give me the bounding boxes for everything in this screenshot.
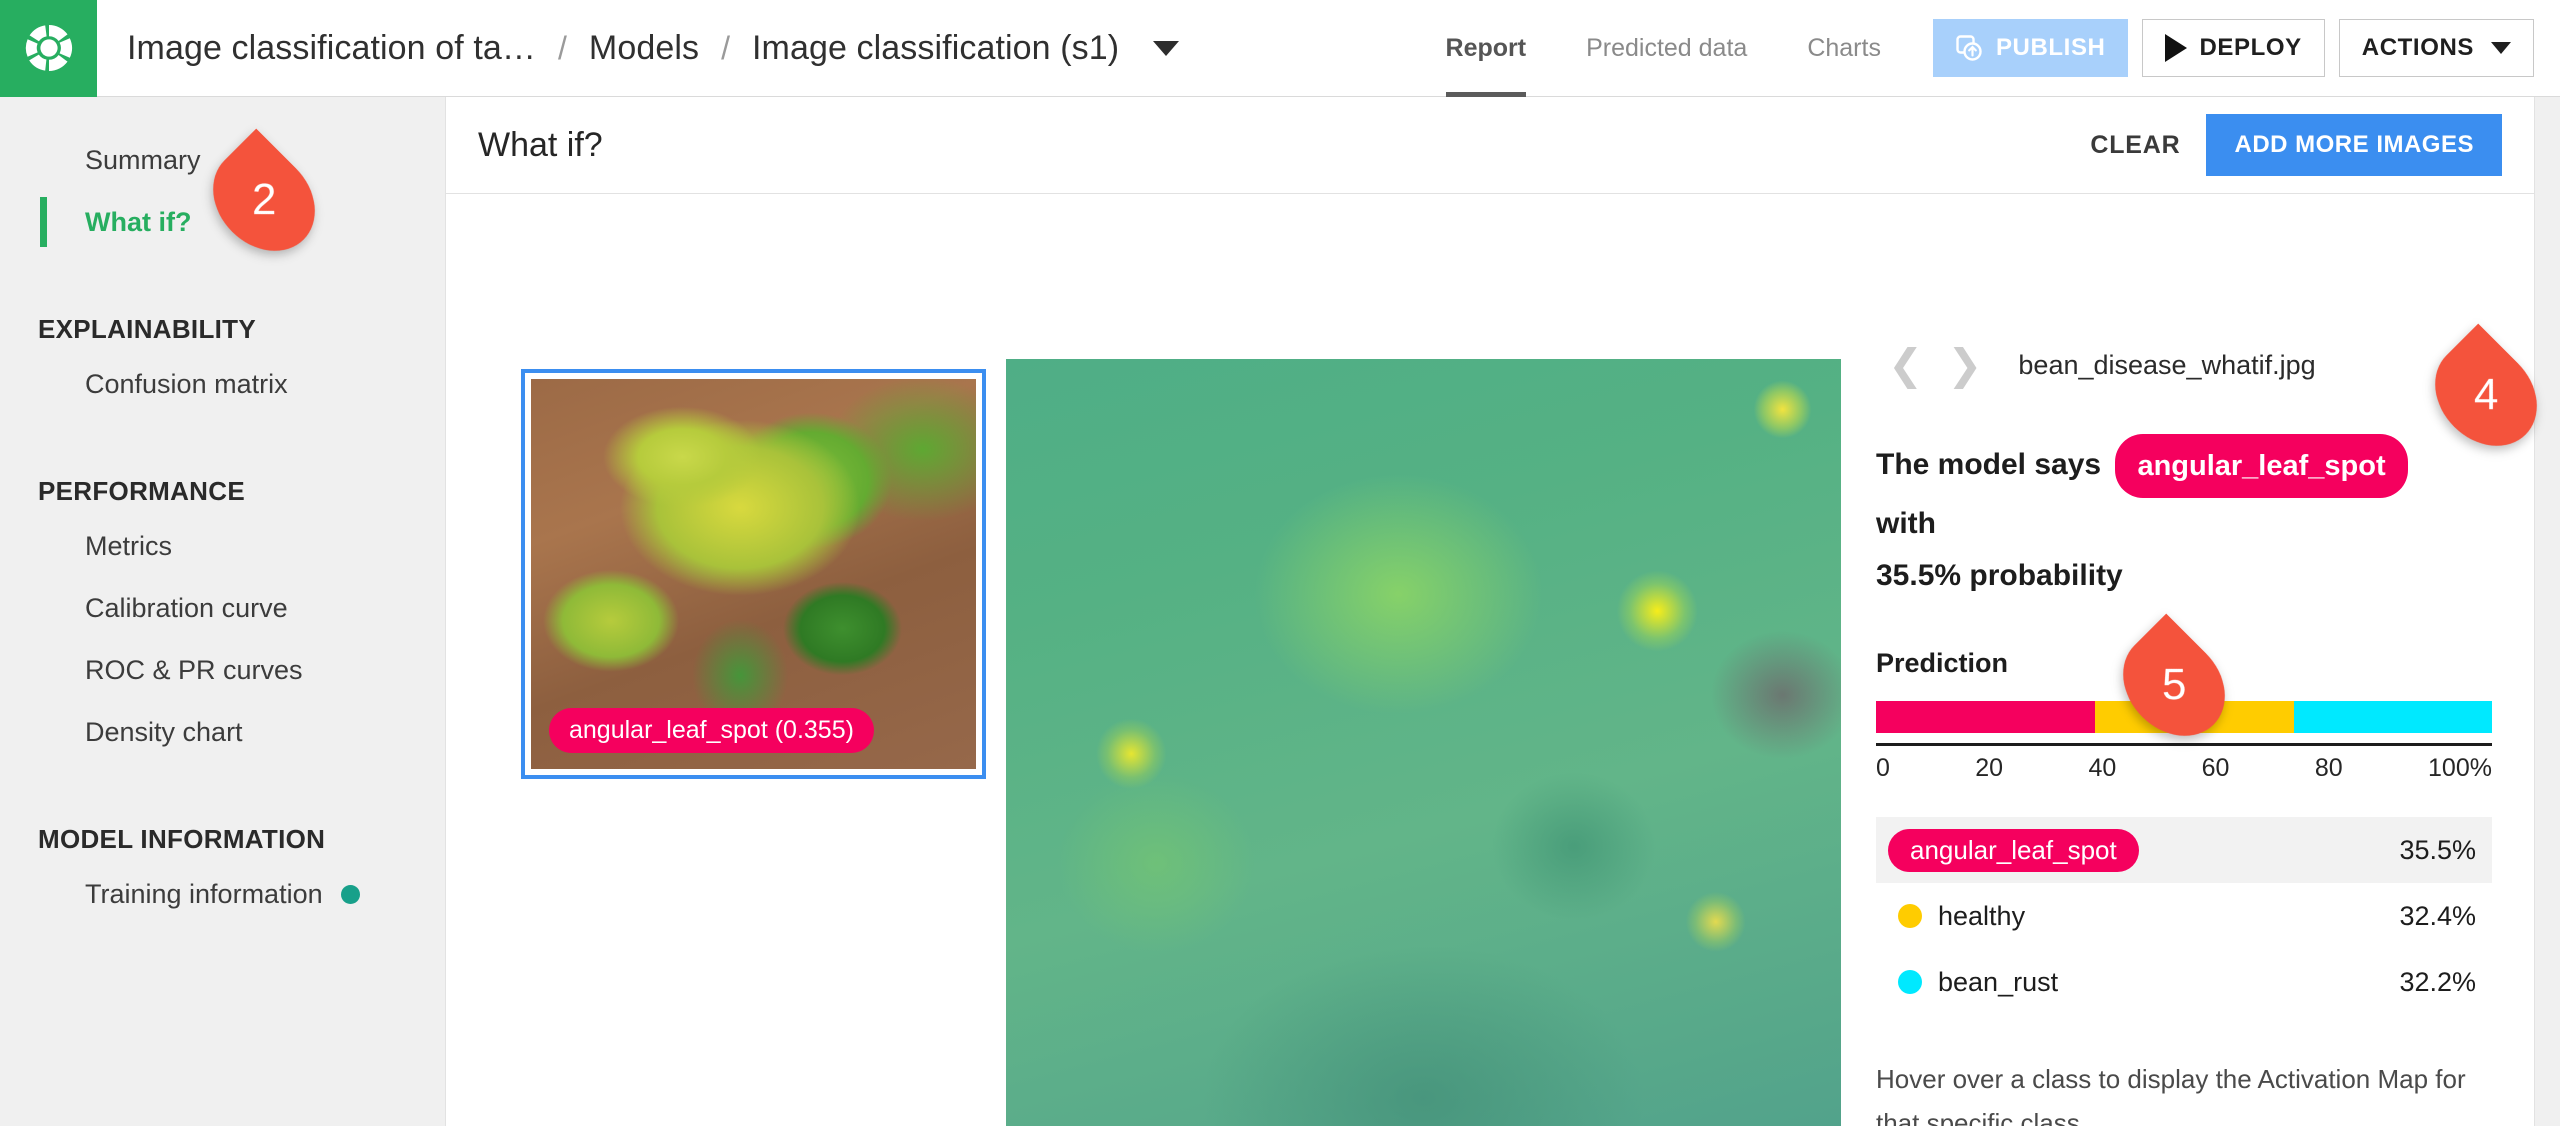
prediction-segment-bean-rust	[2294, 701, 2492, 733]
verdict-middle: with	[1876, 507, 1936, 540]
page-title: What if?	[478, 125, 603, 164]
sidebar-item-label: Training information	[85, 878, 323, 909]
breadcrumb-separator: /	[721, 29, 730, 66]
breadcrumb-item-project[interactable]: Image classification of ta…	[127, 29, 536, 68]
card-header: What if? CLEAR ADD MORE IMAGES	[446, 97, 2534, 194]
chevron-down-icon[interactable]	[1153, 40, 1180, 56]
card-body: angular_leaf_spot (0.355) ❮ ❯ bean_disea…	[446, 194, 2534, 1126]
verdict-prefix: The model says	[1876, 447, 2102, 481]
chevron-left-icon[interactable]: ❮	[1876, 344, 1935, 386]
add-more-images-button[interactable]: ADD MORE IMAGES	[2206, 114, 2502, 176]
sidebar-heading-performance: PERFORMANCE	[38, 476, 245, 506]
app-logo[interactable]	[0, 0, 97, 97]
axis-tick: 40	[2088, 754, 2117, 782]
class-row-left: healthy	[1876, 901, 2399, 932]
class-name-label: bean_rust	[1938, 966, 2059, 997]
class-probability: 32.2%	[2399, 966, 2476, 997]
axis-tick: 80	[2314, 754, 2343, 782]
status-dot-icon	[340, 884, 360, 904]
class-probability: 32.4%	[2399, 900, 2476, 931]
sidebar-item-label: Metrics	[85, 530, 172, 561]
top-actions: PUBLISH DEPLOY ACTIONS	[1932, 19, 2560, 77]
callout-pin-number: 4	[2473, 369, 2499, 419]
top-nav-tabs: Report Predicted data Charts	[1416, 0, 1911, 97]
axis-tick: 0	[1876, 754, 1890, 782]
top-bar: Image classification of ta… / Models / I…	[0, 0, 2560, 97]
sidebar: Summary What if? EXPLAINABILITY Confusio…	[0, 97, 445, 1126]
actions-button[interactable]: ACTIONS	[2338, 19, 2534, 77]
class-color-dot-icon	[1898, 904, 1922, 928]
sidebar-item-metrics[interactable]: Metrics	[0, 515, 445, 577]
publish-upload-icon	[1956, 35, 1982, 61]
class-color-dot-icon	[1898, 970, 1922, 994]
publish-button[interactable]: PUBLISH	[1932, 19, 2128, 77]
verdict-class-pill: angular_leaf_spot	[2115, 434, 2408, 498]
sidebar-item-training-information[interactable]: Training information	[0, 863, 445, 925]
sidebar-heading-model-information: MODEL INFORMATION	[38, 824, 326, 854]
tab-charts[interactable]: Charts	[1777, 0, 1911, 97]
class-probability: 35.5%	[2399, 834, 2476, 865]
file-name-label: bean_disease_whatif.jpg	[2018, 349, 2316, 380]
thumbnail-prediction-label: angular_leaf_spot (0.355)	[549, 708, 874, 753]
activation-map-image[interactable]	[1006, 359, 1841, 1126]
sidebar-group-explainability: EXPLAINABILITY Confusion matrix	[0, 293, 445, 415]
file-navigation: ❮ ❯ bean_disease_whatif.jpg	[1876, 344, 2506, 386]
sidebar-group-model-information: MODEL INFORMATION Training information	[0, 803, 445, 925]
prediction-axis-ticks: 0 20 40 60 80 100%	[1876, 754, 2492, 783]
model-verdict: The model says angular_leaf_spot with 35…	[1876, 434, 2476, 602]
class-list: angular_leaf_spot 35.5% healthy 32.4% be…	[1876, 817, 2492, 1015]
class-row-angular-leaf-spot[interactable]: angular_leaf_spot 35.5%	[1876, 817, 2492, 883]
class-row-left: angular_leaf_spot	[1876, 828, 2399, 872]
main-card: What if? CLEAR ADD MORE IMAGES angular_l…	[445, 97, 2535, 1126]
class-row-bean-rust[interactable]: bean_rust 32.2%	[1876, 949, 2492, 1015]
callout-pin-number: 5	[2161, 659, 2187, 709]
sidebar-item-label: Summary	[85, 144, 201, 175]
sidebar-item-confusion-matrix[interactable]: Confusion matrix	[0, 353, 445, 415]
chevron-right-icon[interactable]: ❯	[1935, 344, 1994, 386]
thumbnail-item[interactable]: angular_leaf_spot (0.355)	[521, 369, 986, 779]
hover-hint-text: Hover over a class to display the Activa…	[1876, 1064, 2466, 1126]
axis-tick: 60	[2201, 754, 2230, 782]
prediction-segment-angular-leaf-spot	[1876, 701, 2095, 733]
thumbnail-image: angular_leaf_spot (0.355)	[531, 379, 976, 769]
axis-tick: 20	[1975, 754, 2004, 782]
deploy-button-label: DEPLOY	[2199, 34, 2302, 61]
sidebar-group-performance: PERFORMANCE Metrics Calibration curve RO…	[0, 455, 445, 763]
sidebar-item-label: Confusion matrix	[85, 368, 288, 399]
play-triangle-icon	[2164, 34, 2187, 62]
breadcrumb: Image classification of ta… / Models / I…	[127, 29, 1416, 68]
sidebar-item-label: What if?	[85, 206, 192, 237]
breadcrumb-item-models[interactable]: Models	[589, 29, 699, 68]
sidebar-item-roc-pr-curves[interactable]: ROC & PR curves	[0, 639, 445, 701]
sidebar-item-density-chart[interactable]: Density chart	[0, 701, 445, 763]
sidebar-item-label: ROC & PR curves	[85, 654, 303, 685]
tab-predicted-data[interactable]: Predicted data	[1556, 0, 1777, 97]
axis-tick: 100%	[2428, 754, 2492, 782]
deploy-button[interactable]: DEPLOY	[2141, 19, 2325, 77]
breadcrumb-separator: /	[558, 29, 567, 66]
prediction-axis-line	[1876, 743, 2492, 746]
class-name-label: healthy	[1938, 900, 2026, 931]
caret-down-icon	[2491, 42, 2511, 54]
clear-button[interactable]: CLEAR	[2064, 131, 2206, 160]
lifering-logo-icon	[25, 25, 72, 71]
sidebar-heading-explainability: EXPLAINABILITY	[38, 314, 256, 344]
class-row-healthy[interactable]: healthy 32.4%	[1876, 883, 2492, 949]
publish-button-label: PUBLISH	[1995, 34, 2106, 61]
sidebar-item-label: Density chart	[85, 716, 243, 747]
app-root: Image classification of ta… / Models / I…	[0, 0, 2560, 1126]
sidebar-item-calibration-curve[interactable]: Calibration curve	[0, 577, 445, 639]
tab-report[interactable]: Report	[1416, 0, 1557, 97]
class-row-left: bean_rust	[1876, 967, 2399, 998]
actions-button-label: ACTIONS	[2361, 34, 2474, 61]
breadcrumb-item-model[interactable]: Image classification (s1)	[752, 29, 1119, 68]
callout-pin-number: 2	[251, 174, 277, 224]
class-name-pill: angular_leaf_spot	[1888, 828, 2139, 872]
verdict-probability: 35.5% probability	[1876, 559, 2123, 592]
sidebar-item-label: Calibration curve	[85, 592, 288, 623]
